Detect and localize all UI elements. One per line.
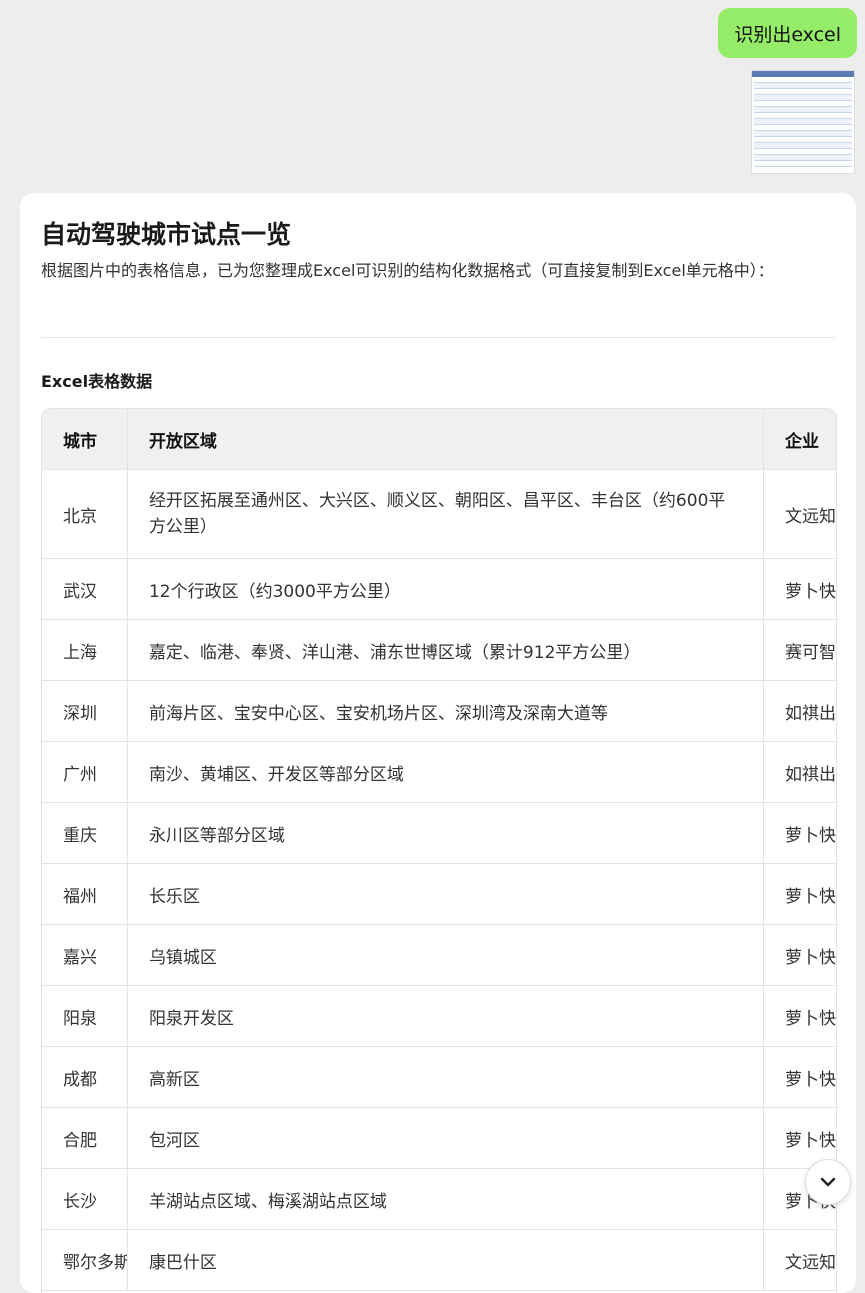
table-row: 合肥 包河区 萝卜快跑等 [42,1107,836,1169]
table-row: 嘉兴 乌镇城区 萝卜快跑等 [42,924,836,986]
cell-company: 萝卜快跑等 [763,863,836,925]
cell-area: 阳泉开发区 [127,985,764,1047]
reply-title: 自动驾驶城市试点一览 [41,220,292,249]
cell-area: 长乐区 [127,863,764,925]
cell-area: 嘉定、临港、奉贤、洋山港、浦东世博区域（累计912平方公里） [127,619,764,681]
reply-description: 根据图片中的表格信息，已为您整理成Excel可识别的结构化数据格式（可直接复制到… [41,261,774,280]
table-scroll-container[interactable]: 城市 开放区域 企业 北京 经开区拓展至通州区、大兴区、顺义区、朝阳区、昌平区、… [41,408,837,1293]
cell-company: 萝卜快跑等 [763,558,836,620]
user-message-bubble: 识别出excel [718,8,857,58]
cell-city: 阳泉 [42,985,128,1047]
table-row: 福州 长乐区 萝卜快跑等 [42,863,836,925]
cell-company: 萝卜快跑等 [763,802,836,864]
cell-city: 深圳 [42,680,128,742]
table-row: 深圳 前海片区、宝安中心区、宝安机场片区、深圳湾及深南大道等 如祺出行、 [42,680,836,742]
attached-image-thumbnail[interactable] [751,70,855,174]
cell-city: 长沙 [42,1168,128,1230]
cell-company: 文远知行等 [763,1229,836,1291]
table-row: 阳泉 阳泉开发区 萝卜快跑等 [42,985,836,1047]
table-header-row: 城市 开放区域 企业 [42,409,836,470]
table-row: 北京 经开区拓展至通州区、大兴区、顺义区、朝阳区、昌平区、丰台区（约600平方公… [42,469,836,559]
cell-company: 文远知行、 [763,469,836,559]
header-company: 企业 [763,409,836,470]
cell-area: 12个行政区（约3000平方公里） [127,558,764,620]
table-row: 武汉 12个行政区（约3000平方公里） 萝卜快跑等 [42,558,836,620]
cell-company: 萝卜快跑等 [763,985,836,1047]
header-city: 城市 [42,409,128,470]
cell-city: 北京 [42,469,128,559]
cell-company: 如祺出行、 [763,741,836,803]
cell-company: 萝卜快跑等 [763,1046,836,1108]
table-row: 成都 高新区 萝卜快跑等 [42,1046,836,1108]
cell-area: 永川区等部分区域 [127,802,764,864]
cell-area: 乌镇城区 [127,924,764,986]
cell-area: 包河区 [127,1107,764,1169]
cell-city: 嘉兴 [42,924,128,986]
cell-city: 鄂尔多斯 [42,1229,128,1291]
chevron-down-icon [820,1177,836,1187]
header-area: 开放区域 [127,409,764,470]
cell-area: 羊湖站点区域、梅溪湖站点区域 [127,1168,764,1230]
cell-area: 前海片区、宝安中心区、宝安机场片区、深圳湾及深南大道等 [127,680,764,742]
cell-city: 福州 [42,863,128,925]
cell-city: 重庆 [42,802,128,864]
cell-area: 南沙、黄埔区、开发区等部分区域 [127,741,764,803]
assistant-reply-card: 自动驾驶城市试点一览 根据图片中的表格信息，已为您整理成Excel可识别的结构化… [20,193,856,1293]
cell-city: 成都 [42,1046,128,1108]
cell-area: 高新区 [127,1046,764,1108]
table-row: 鄂尔多斯 康巴什区 文远知行等 [42,1229,836,1291]
cell-city: 武汉 [42,558,128,620]
cell-company: 萝卜快跑等 [763,924,836,986]
divider [41,337,835,338]
section-title: Excel表格数据 [41,372,153,391]
scroll-to-bottom-button[interactable] [805,1159,851,1205]
city-pilot-table: 城市 开放区域 企业 北京 经开区拓展至通州区、大兴区、顺义区、朝阳区、昌平区、… [42,409,836,1291]
cell-area: 康巴什区 [127,1229,764,1291]
cell-company: 赛可智能、 [763,619,836,681]
cell-company: 如祺出行、 [763,680,836,742]
cell-city: 上海 [42,619,128,681]
cell-area: 经开区拓展至通州区、大兴区、顺义区、朝阳区、昌平区、丰台区（约600平方公里） [127,469,764,559]
table-row: 上海 嘉定、临港、奉贤、洋山港、浦东世博区域（累计912平方公里） 赛可智能、 [42,619,836,681]
table-row: 重庆 永川区等部分区域 萝卜快跑等 [42,802,836,864]
cell-city: 广州 [42,741,128,803]
table-row: 广州 南沙、黄埔区、开发区等部分区域 如祺出行、 [42,741,836,803]
table-row: 长沙 羊湖站点区域、梅溪湖站点区域 萝卜快跑等 [42,1168,836,1230]
cell-city: 合肥 [42,1107,128,1169]
